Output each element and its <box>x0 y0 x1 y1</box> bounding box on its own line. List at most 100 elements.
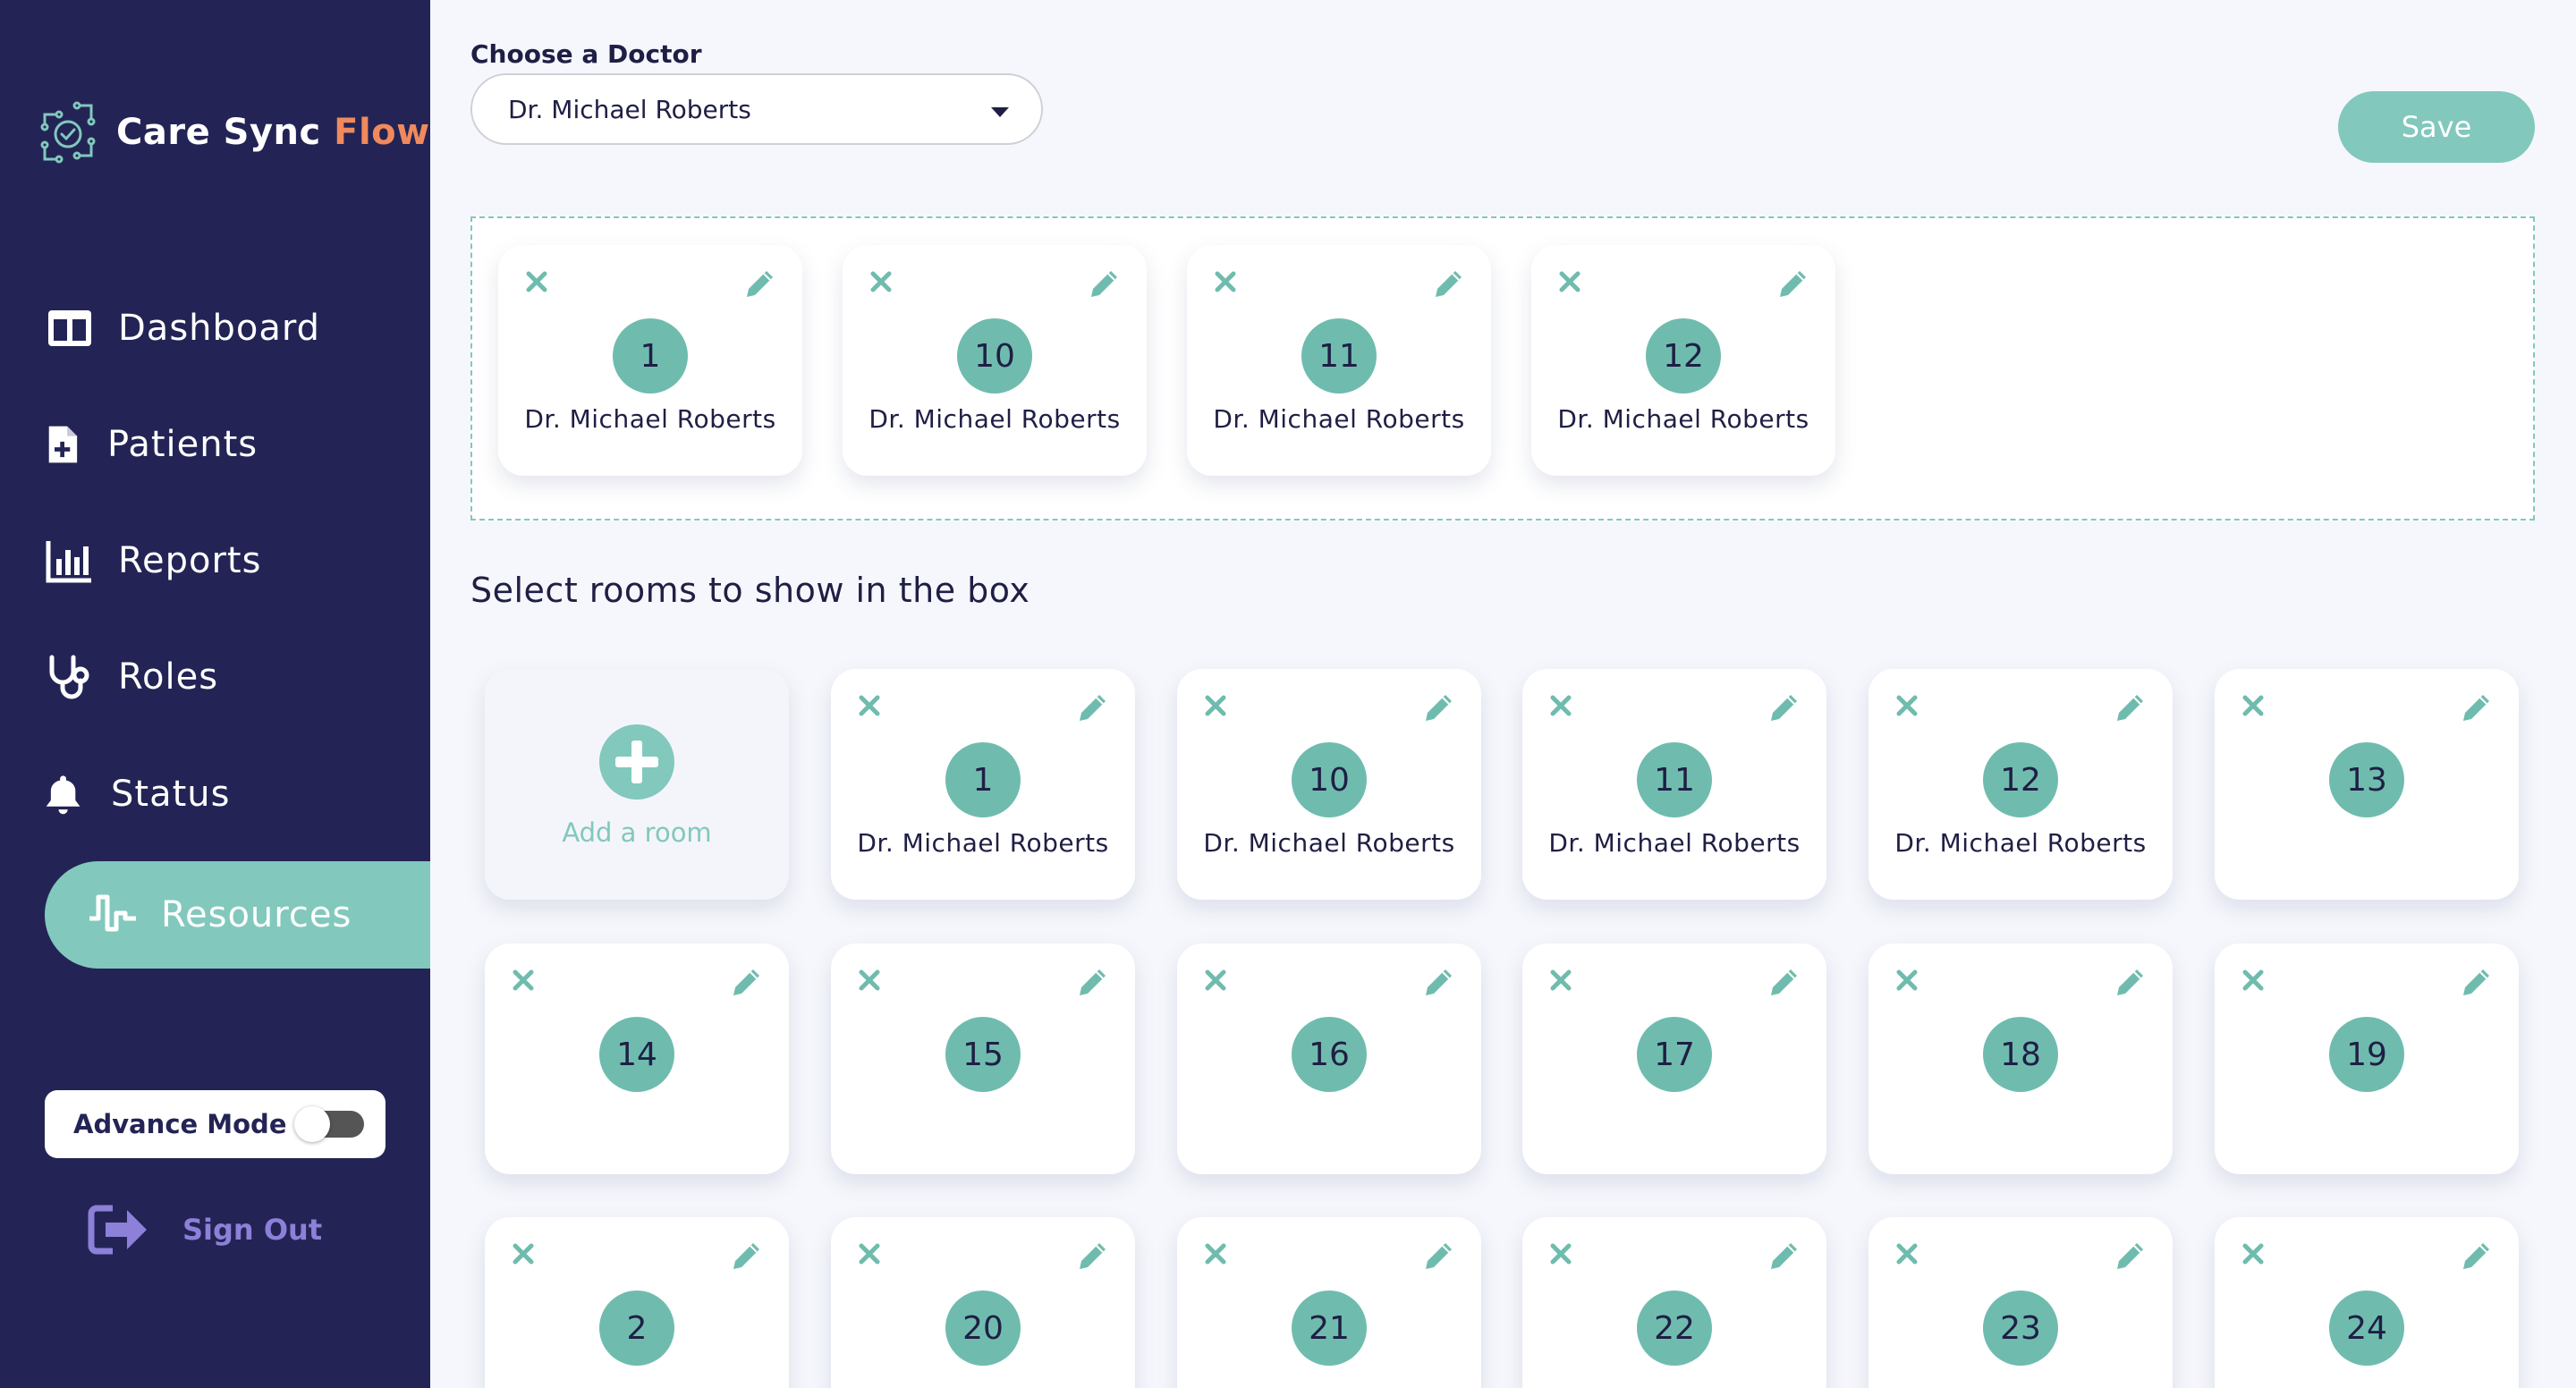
close-icon[interactable] <box>2238 690 2268 721</box>
room-card[interactable]: 14 <box>485 944 789 1174</box>
room-number-badge: 2 <box>599 1291 674 1366</box>
room-card[interactable]: 13 <box>2215 669 2519 900</box>
edit-pencil-icon[interactable] <box>2112 690 2148 726</box>
rooms-section-title: Select rooms to show in the box <box>470 571 1030 610</box>
close-icon[interactable] <box>1546 965 1576 995</box>
doctor-picker-label: Choose a Doctor <box>470 39 702 69</box>
room-card[interactable]: 2 <box>485 1217 789 1388</box>
room-card[interactable]: 12 Dr. Michael Roberts <box>1868 669 2173 900</box>
room-card[interactable]: 10 Dr. Michael Roberts <box>843 245 1147 476</box>
room-card[interactable]: 10 Dr. Michael Roberts <box>1177 669 1481 900</box>
edit-pencil-icon[interactable] <box>1766 690 1801 726</box>
close-icon[interactable] <box>2238 965 2268 995</box>
close-icon[interactable] <box>1892 690 1922 721</box>
edit-pencil-icon[interactable] <box>2458 690 2494 726</box>
room-number-badge: 18 <box>1983 1017 2058 1092</box>
room-number-badge: 1 <box>613 318 688 394</box>
room-card[interactable]: 11 Dr. Michael Roberts <box>1187 245 1491 476</box>
advance-mode-switch[interactable] <box>294 1106 364 1142</box>
sign-out-icon <box>88 1205 147 1255</box>
close-icon[interactable] <box>508 1239 538 1269</box>
edit-pencil-icon[interactable] <box>1775 267 1810 302</box>
sidebar-item-label: Reports <box>118 540 262 581</box>
edit-pencil-icon[interactable] <box>2112 965 2148 1001</box>
sidebar-item-label: Status <box>111 774 231 815</box>
edit-pencil-icon[interactable] <box>2458 965 2494 1001</box>
sidebar-item-label: Roles <box>118 656 219 698</box>
close-icon[interactable] <box>854 690 885 721</box>
doctor-select-value: Dr. Michael Roberts <box>508 94 751 124</box>
close-icon[interactable] <box>1200 1239 1231 1269</box>
edit-pencil-icon[interactable] <box>741 267 777 302</box>
doctor-select[interactable]: Dr. Michael Roberts <box>470 73 1043 145</box>
advance-mode-label: Advance Mode <box>73 1109 287 1139</box>
app-name-accent: Flow <box>334 112 430 153</box>
room-card[interactable]: 23 <box>1868 1217 2173 1388</box>
room-card[interactable]: 17 <box>1522 944 1826 1174</box>
sidebar-item-label: Patients <box>107 424 258 465</box>
edit-pencil-icon[interactable] <box>2458 1239 2494 1274</box>
edit-pencil-icon[interactable] <box>728 965 764 1001</box>
close-icon[interactable] <box>866 267 896 297</box>
room-doctor-name: Dr. Michael Roberts <box>1213 404 1465 434</box>
room-card[interactable]: 1 Dr. Michael Roberts <box>498 245 802 476</box>
close-icon[interactable] <box>1200 965 1231 995</box>
edit-pencil-icon[interactable] <box>728 1239 764 1274</box>
room-card[interactable]: 1 Dr. Michael Roberts <box>831 669 1135 900</box>
sidebar-item-reports[interactable]: Reports <box>45 507 430 614</box>
close-icon[interactable] <box>1555 267 1585 297</box>
room-doctor-name: Dr. Michael Roberts <box>1557 404 1809 434</box>
close-icon[interactable] <box>1200 690 1231 721</box>
room-doctor-name: Dr. Michael Roberts <box>857 828 1109 858</box>
sidebar-item-roles[interactable]: Roles <box>45 623 430 731</box>
room-card[interactable]: 16 <box>1177 944 1481 1174</box>
app-logo[interactable]: Care Sync Flow <box>36 100 430 165</box>
edit-pencil-icon[interactable] <box>1420 965 1456 1001</box>
close-icon[interactable] <box>1892 965 1922 995</box>
close-icon[interactable] <box>1892 1239 1922 1269</box>
sidebar-item-patients[interactable]: Patients <box>45 391 430 498</box>
edit-pencil-icon[interactable] <box>1074 690 1110 726</box>
room-card[interactable]: 19 <box>2215 944 2519 1174</box>
edit-pencil-icon[interactable] <box>1074 965 1110 1001</box>
app-name: Care Sync Flow <box>116 112 430 153</box>
close-icon[interactable] <box>508 965 538 995</box>
room-card[interactable]: 12 Dr. Michael Roberts <box>1531 245 1835 476</box>
edit-pencil-icon[interactable] <box>1086 267 1122 302</box>
room-card[interactable]: 24 <box>2215 1217 2519 1388</box>
room-card[interactable]: 22 <box>1522 1217 1826 1388</box>
add-room-card[interactable]: Add a room <box>485 669 789 900</box>
room-card[interactable]: 20 <box>831 1217 1135 1388</box>
add-room-label: Add a room <box>562 817 712 848</box>
edit-pencil-icon[interactable] <box>1430 267 1466 302</box>
sidebar-item-resources[interactable]: Resources <box>45 861 430 969</box>
room-card[interactable]: 11 Dr. Michael Roberts <box>1522 669 1826 900</box>
close-icon[interactable] <box>1546 690 1576 721</box>
close-icon[interactable] <box>1210 267 1241 297</box>
chevron-down-icon <box>991 107 1009 117</box>
sidebar: Care Sync Flow Dashboard Patients Report… <box>0 0 430 1388</box>
edit-pencil-icon[interactable] <box>2112 1239 2148 1274</box>
edit-pencil-icon[interactable] <box>1766 965 1801 1001</box>
close-icon[interactable] <box>854 1239 885 1269</box>
room-number-badge: 10 <box>1292 742 1367 817</box>
close-icon[interactable] <box>2238 1239 2268 1269</box>
close-icon[interactable] <box>1546 1239 1576 1269</box>
edit-pencil-icon[interactable] <box>1766 1239 1801 1274</box>
save-button[interactable]: Save <box>2338 91 2535 163</box>
care-sync-logo-icon <box>40 101 96 164</box>
room-number-badge: 24 <box>2329 1291 2404 1366</box>
sidebar-item-dashboard[interactable]: Dashboard <box>45 275 430 382</box>
edit-pencil-icon[interactable] <box>1074 1239 1110 1274</box>
room-card[interactable]: 15 <box>831 944 1135 1174</box>
room-number-badge: 23 <box>1983 1291 2058 1366</box>
room-card[interactable]: 18 <box>1868 944 2173 1174</box>
close-icon[interactable] <box>854 965 885 995</box>
advance-mode-toggle[interactable]: Advance Mode <box>45 1090 386 1158</box>
edit-pencil-icon[interactable] <box>1420 690 1456 726</box>
room-card[interactable]: 21 <box>1177 1217 1481 1388</box>
close-icon[interactable] <box>521 267 552 297</box>
sign-out-button[interactable]: Sign Out <box>88 1203 322 1257</box>
edit-pencil-icon[interactable] <box>1420 1239 1456 1274</box>
sidebar-item-status[interactable]: Status <box>45 741 430 848</box>
